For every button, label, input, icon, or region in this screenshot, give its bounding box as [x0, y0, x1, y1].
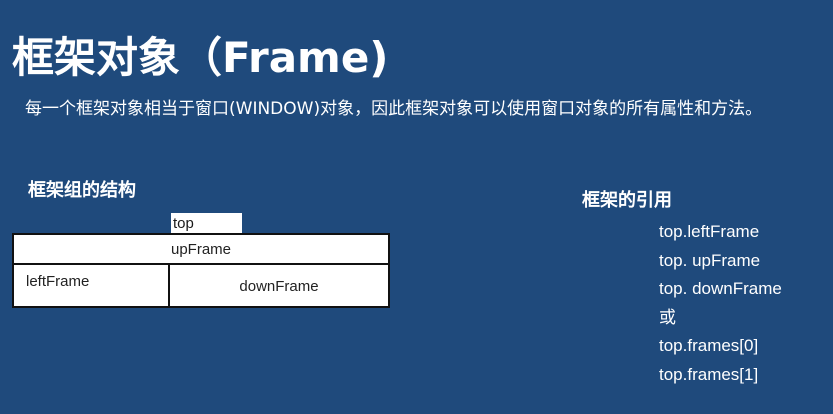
reference-item: top.frames[1]: [659, 364, 759, 384]
reference-heading: 框架的引用: [582, 190, 672, 211]
structure-heading: 框架组的结构: [28, 180, 136, 201]
reference-item: top.leftFrame: [659, 222, 760, 241]
slide: 框架对象（Frame) 每一个框架对象相当于窗口(WINDOW)对象，因此框架对…: [0, 0, 833, 414]
left-frame: leftFrame: [14, 265, 170, 306]
reference-item: top.frames[0]: [659, 336, 759, 356]
up-frame: upFrame: [14, 235, 388, 265]
reference-item: top. upFrame: [659, 250, 761, 270]
reference-list: top.leftFrame top. upFrame top. downFram…: [659, 218, 782, 390]
reference-item: top. downFrame: [659, 279, 782, 299]
slide-description: 每一个框架对象相当于窗口(WINDOW)对象，因此框架对象可以使用窗口对象的所有…: [25, 99, 763, 119]
reference-item: 或: [659, 307, 676, 327]
top-label: top: [171, 213, 242, 233]
slide-title: 框架对象（Frame): [12, 33, 389, 82]
down-frame: downFrame: [239, 278, 319, 295]
frameset-box: upFrame leftFrame downFrame: [12, 233, 390, 308]
